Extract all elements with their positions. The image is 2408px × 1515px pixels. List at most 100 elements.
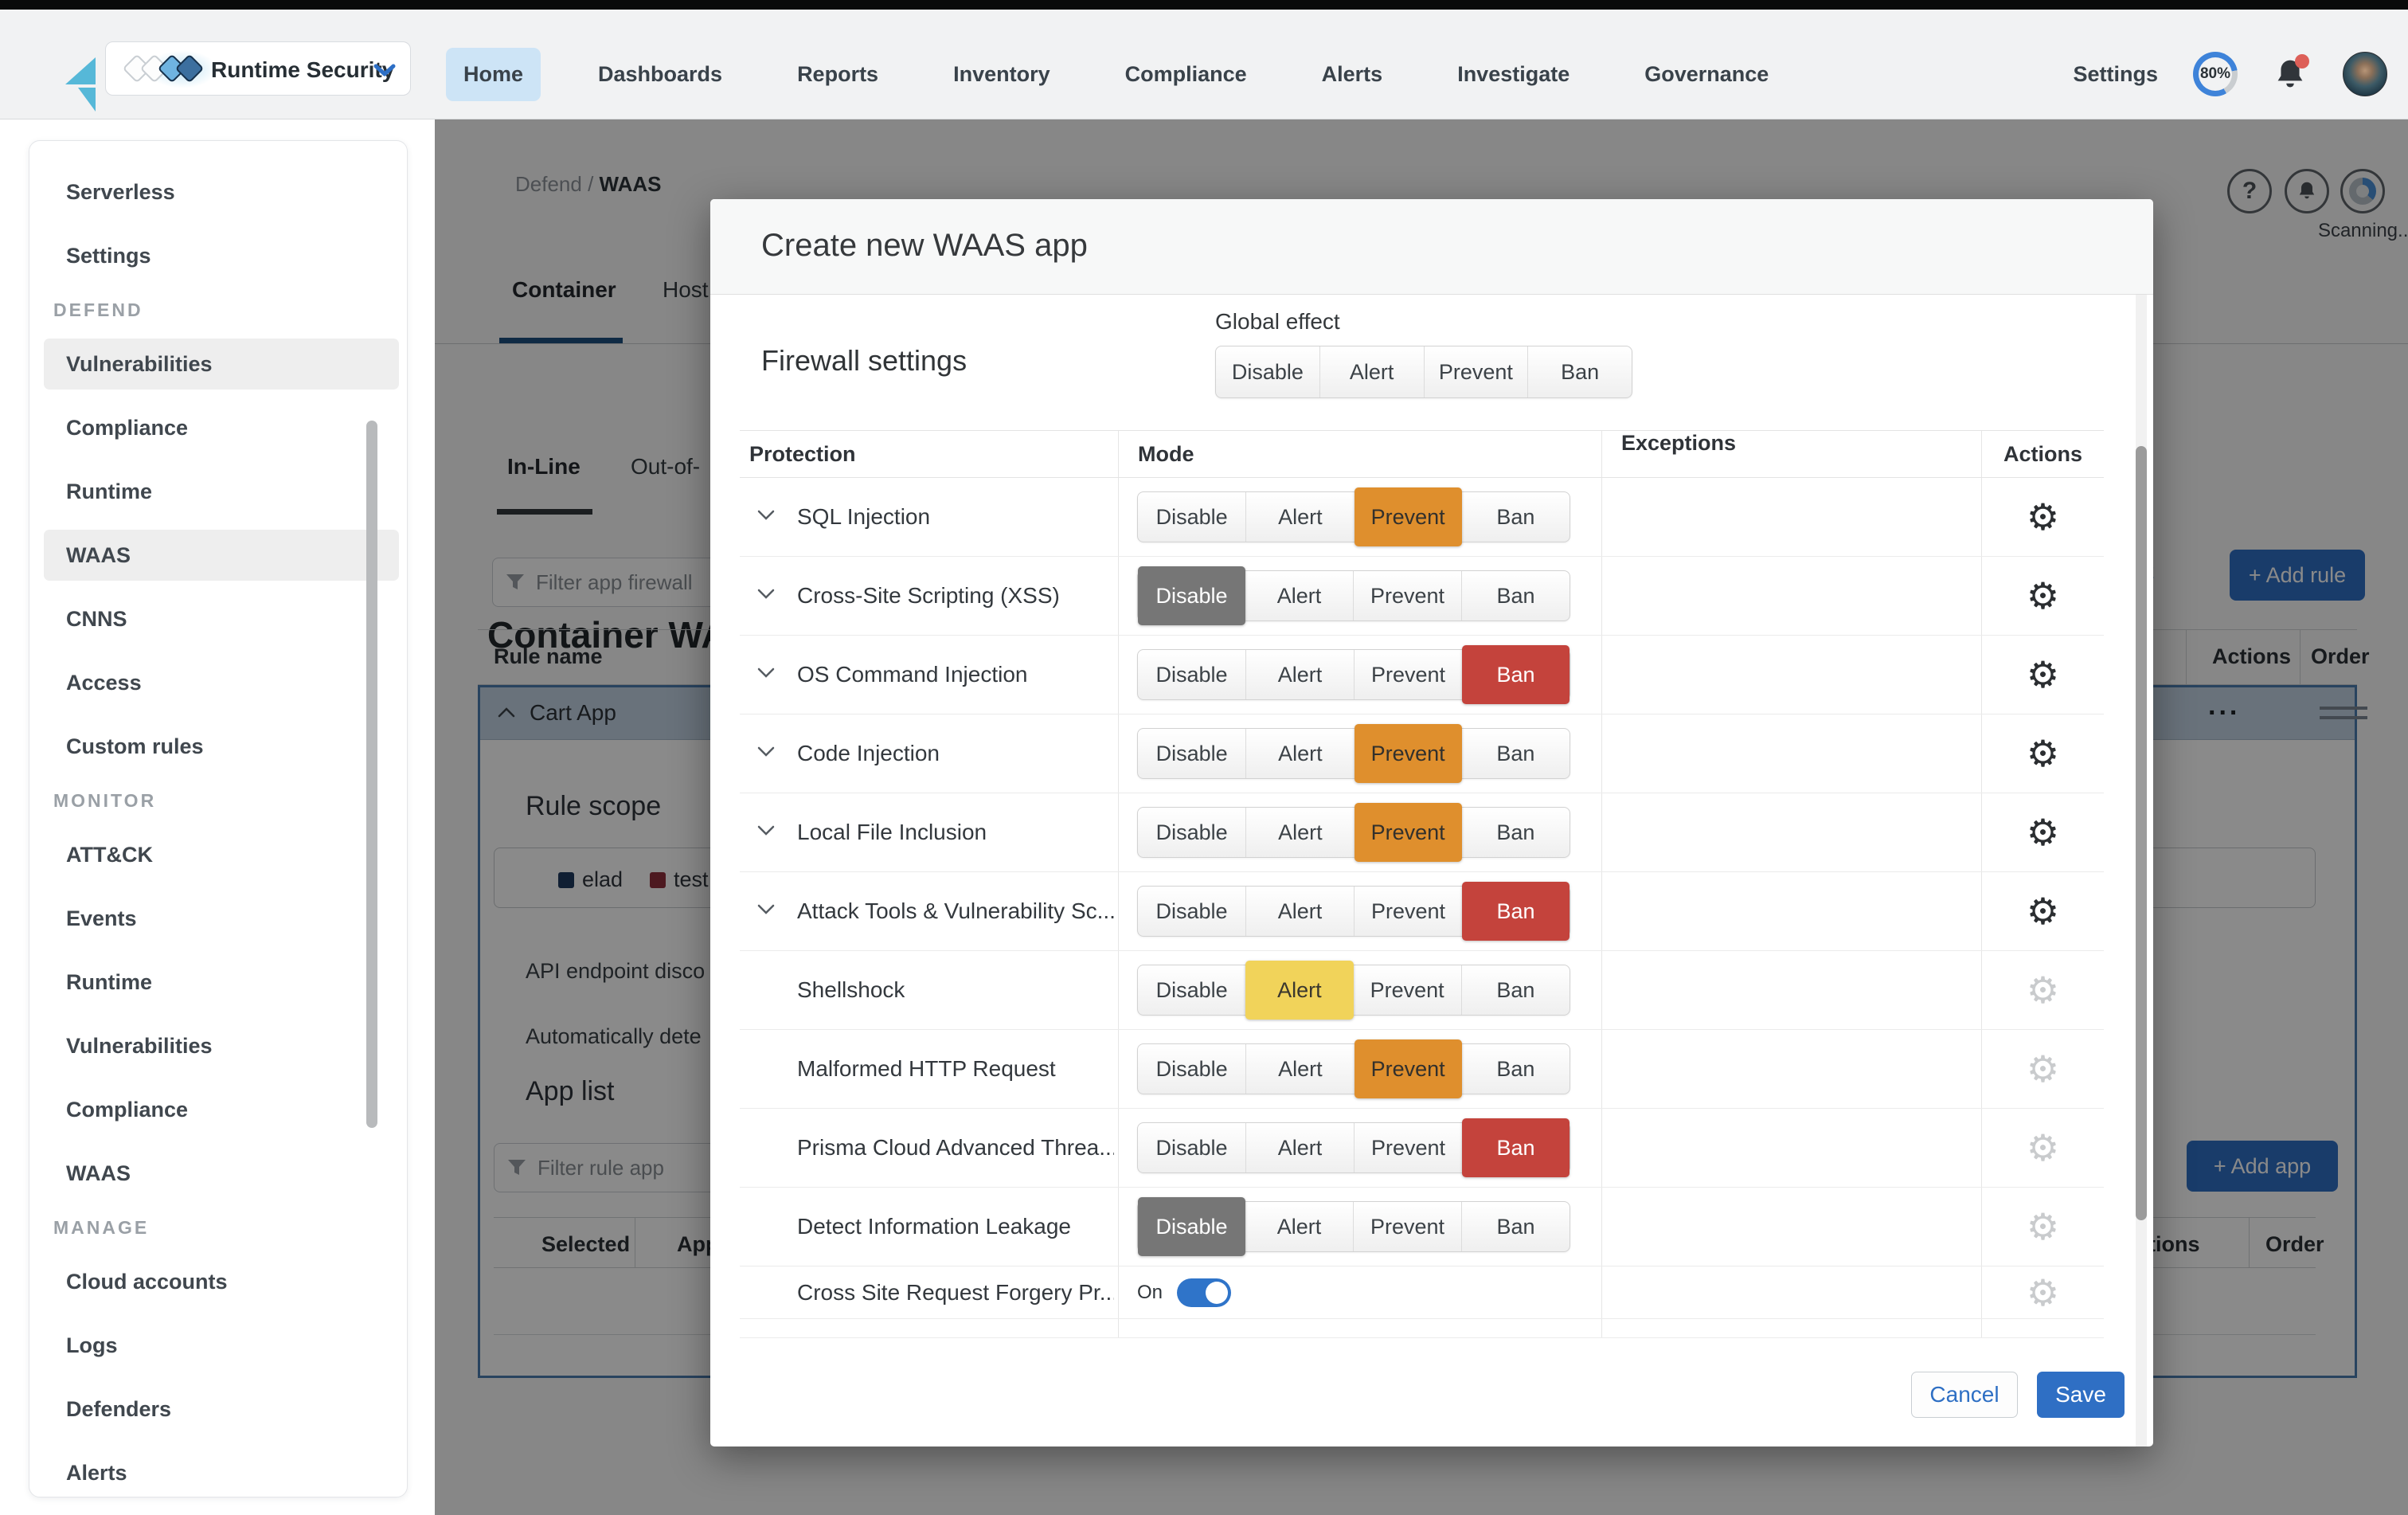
nav-item-reports[interactable]: Reports — [780, 48, 896, 101]
mode-option-prevent[interactable]: Prevent — [1354, 724, 1462, 783]
nav-item-alerts[interactable]: Alerts — [1304, 48, 1401, 101]
gear-icon[interactable]: ⚙ — [2027, 577, 2059, 614]
mode-option-alert[interactable]: Alert — [1245, 808, 1354, 857]
sidebar-item-waas[interactable]: WAAS — [29, 523, 407, 587]
sidebar-item-alerts[interactable]: Alerts — [29, 1441, 407, 1497]
sidebar-item-access[interactable]: Access — [29, 651, 407, 714]
sidebar-item-cloud-accounts[interactable]: Cloud accounts — [29, 1250, 407, 1313]
save-button[interactable]: Save — [2037, 1372, 2125, 1418]
mode-option-alert[interactable]: Alert — [1245, 1044, 1354, 1094]
sidebar-item-vulnerabilities[interactable]: Vulnerabilities — [29, 1014, 407, 1078]
mode-option-alert[interactable]: Alert — [1245, 650, 1354, 699]
nav-item-inventory[interactable]: Inventory — [936, 48, 1068, 101]
mode-option-ban[interactable]: Ban — [1462, 729, 1570, 778]
modal-scrollbar-thumb[interactable] — [2136, 446, 2147, 1220]
chevron-down-icon[interactable] — [757, 904, 775, 918]
sidebar-item-settings[interactable]: Settings — [29, 224, 407, 288]
mode-option-ban[interactable]: Ban — [1462, 808, 1570, 857]
mode-option-disable[interactable]: Disable — [1216, 346, 1319, 397]
sidebar-item-cnns[interactable]: CNNS — [29, 587, 407, 651]
progress-ring[interactable]: 80% — [2193, 52, 2238, 96]
mode-option-ban[interactable]: Ban — [1461, 1202, 1570, 1251]
mode-option-prevent[interactable]: Prevent — [1424, 346, 1528, 397]
chevron-down-icon[interactable] — [757, 746, 775, 761]
sidebar-item-custom-rules[interactable]: Custom rules — [29, 714, 407, 778]
settings-link[interactable]: Settings — [2073, 62, 2158, 87]
mode-option-disable[interactable]: Disable — [1138, 566, 1245, 625]
sidebar-item-logs[interactable]: Logs — [29, 1313, 407, 1377]
app-logo-icon[interactable] — [61, 56, 107, 119]
mode-option-ban[interactable]: Ban — [1462, 645, 1570, 704]
mode-option-alert[interactable]: Alert — [1319, 346, 1424, 397]
mode-option-disable[interactable]: Disable — [1138, 1197, 1245, 1256]
sidebar-item-compliance[interactable]: Compliance — [29, 1078, 407, 1141]
sidebar-item-vulnerabilities[interactable]: Vulnerabilities — [29, 332, 407, 396]
mode-option-alert[interactable]: Alert — [1245, 1123, 1354, 1172]
chevron-down-icon[interactable] — [757, 825, 775, 840]
gear-icon[interactable]: ⚙ — [2027, 1051, 2059, 1087]
gear-icon[interactable]: ⚙ — [2027, 972, 2059, 1008]
mode-option-prevent[interactable]: Prevent — [1353, 1202, 1461, 1251]
nav-item-compliance[interactable]: Compliance — [1108, 48, 1265, 101]
mode-option-alert[interactable]: Alert — [1245, 1202, 1353, 1251]
chevron-down-icon[interactable] — [757, 667, 775, 682]
mode-option-disable[interactable]: Disable — [1138, 887, 1245, 936]
mode-option-prevent[interactable]: Prevent — [1354, 965, 1461, 1015]
mode-option-prevent[interactable]: Prevent — [1354, 487, 1462, 546]
csrf-protection-toggle[interactable] — [1177, 1278, 1231, 1307]
mode-option-alert[interactable]: Alert — [1245, 961, 1353, 1020]
notifications-bell-icon[interactable] — [2273, 56, 2308, 92]
gear-icon[interactable]: ⚙ — [2027, 499, 2059, 535]
mode-option-disable[interactable]: Disable — [1138, 729, 1245, 778]
sidebar-scrollbar[interactable] — [366, 421, 377, 1128]
mode-option-prevent[interactable]: Prevent — [1354, 803, 1462, 862]
mode-option-ban[interactable]: Ban — [1462, 882, 1570, 941]
gear-icon[interactable]: ⚙ — [2027, 814, 2059, 851]
mode-option-prevent[interactable]: Prevent — [1354, 1039, 1462, 1098]
mode-option-disable[interactable]: Disable — [1138, 650, 1245, 699]
mode-option-alert[interactable]: Alert — [1245, 729, 1354, 778]
mode-option-alert[interactable]: Alert — [1245, 887, 1354, 936]
gear-icon[interactable]: ⚙ — [2027, 893, 2059, 930]
mode-option-ban[interactable]: Ban — [1461, 965, 1570, 1015]
mode-option-ban[interactable]: Ban — [1527, 346, 1632, 397]
mode-option-prevent[interactable]: Prevent — [1354, 650, 1462, 699]
gear-icon[interactable]: ⚙ — [2027, 1208, 2059, 1245]
sidebar-item-defenders[interactable]: Defenders — [29, 1377, 407, 1441]
mode-option-ban[interactable]: Ban — [1462, 492, 1570, 542]
chevron-down-icon[interactable] — [757, 510, 775, 524]
sidebar-item-waas[interactable]: WAAS — [29, 1141, 407, 1205]
mode-option-alert[interactable]: Alert — [1245, 571, 1353, 620]
nav-item-dashboards[interactable]: Dashboards — [580, 48, 740, 101]
sidebar-item-att-ck[interactable]: ATT&CK — [29, 823, 407, 887]
gear-icon[interactable]: ⚙ — [2027, 656, 2059, 693]
sidebar-item-compliance[interactable]: Compliance — [29, 396, 407, 460]
mode-option-prevent[interactable]: Prevent — [1353, 571, 1461, 620]
sidebar-item-events[interactable]: Events — [29, 887, 407, 950]
sidebar-item-serverless[interactable]: Serverless — [29, 160, 407, 224]
mode-option-disable[interactable]: Disable — [1138, 808, 1245, 857]
user-avatar[interactable] — [2343, 52, 2387, 96]
mode-option-alert[interactable]: Alert — [1245, 492, 1354, 542]
mode-option-prevent[interactable]: Prevent — [1354, 887, 1462, 936]
modal-scrollbar[interactable] — [2136, 295, 2147, 1446]
mode-option-ban[interactable]: Ban — [1461, 571, 1570, 620]
mode-option-disable[interactable]: Disable — [1138, 1123, 1245, 1172]
sidebar-item-runtime[interactable]: Runtime — [29, 460, 407, 523]
mode-option-disable[interactable]: Disable — [1138, 1044, 1245, 1094]
gear-icon[interactable]: ⚙ — [2027, 1274, 2059, 1311]
nav-item-investigate[interactable]: Investigate — [1440, 48, 1587, 101]
nav-item-home[interactable]: Home — [446, 48, 541, 101]
mode-option-prevent[interactable]: Prevent — [1354, 1123, 1462, 1172]
mode-option-disable[interactable]: Disable — [1138, 965, 1245, 1015]
sidebar-item-runtime[interactable]: Runtime — [29, 950, 407, 1014]
mode-option-ban[interactable]: Ban — [1462, 1118, 1570, 1177]
chevron-down-icon[interactable] — [757, 589, 775, 603]
gear-icon[interactable]: ⚙ — [2027, 1129, 2059, 1166]
gear-icon[interactable]: ⚙ — [2027, 735, 2059, 772]
mode-option-ban[interactable]: Ban — [1462, 1044, 1570, 1094]
mode-option-disable[interactable]: Disable — [1138, 492, 1245, 542]
nav-item-governance[interactable]: Governance — [1627, 48, 1786, 101]
product-switcher-dropdown[interactable]: Runtime Security — [105, 41, 411, 96]
cancel-button[interactable]: Cancel — [1911, 1372, 2018, 1418]
